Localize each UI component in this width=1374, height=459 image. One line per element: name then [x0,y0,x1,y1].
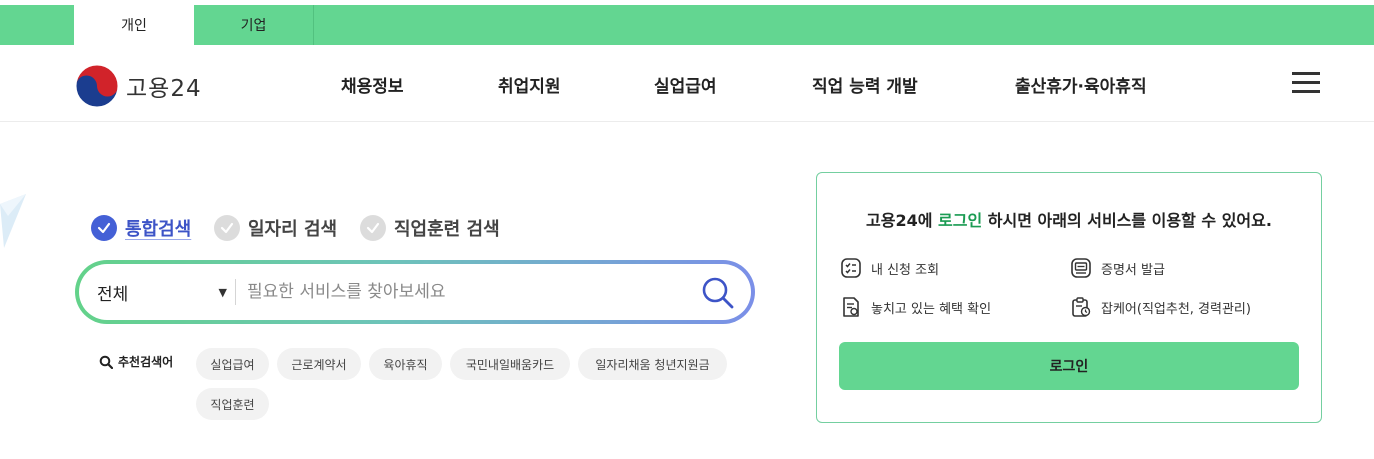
recommended-label-text: 추천검색어 [118,355,174,369]
logo-text: 고용24 [126,76,202,102]
search-tab-integrated[interactable]: 통합검색 [91,215,191,241]
login-button[interactable]: 로그인 [839,342,1299,390]
keyword-chip[interactable]: 국민내일배움카드 [450,348,570,380]
benefit-check-icon [843,297,859,317]
title-prefix: 고용24에 [866,211,939,230]
nav-employment-support[interactable]: 취업지원 [498,72,561,97]
service-certificate[interactable]: 증명서 발급 [1070,257,1165,279]
keyword-chip[interactable]: 근로계약서 [277,348,361,380]
title-accent-login[interactable]: 로그인 [938,211,982,230]
search-tab-training[interactable]: 직업훈련 검색 [360,215,500,241]
search-box-inner: 전체 ▼ [79,264,751,320]
top-tab-bar: 개인 기업 [0,5,1374,45]
hamburger-icon[interactable] [1292,72,1320,94]
search-icon [99,355,113,369]
search-tab-label: 통합검색 [125,219,192,240]
keyword-chip[interactable]: 직업훈련 [196,388,269,420]
search-icon[interactable] [701,276,735,310]
service-my-applications[interactable]: 내 신청 조회 [840,257,939,279]
search-tab-jobs[interactable]: 일자리 검색 [214,215,337,241]
check-circle-icon [214,215,240,241]
certificate-icon [1071,258,1091,278]
service-benefit-check[interactable]: 놓치고 있는 혜택 확인 [840,296,991,318]
service-label: 놓치고 있는 혜택 확인 [871,301,992,317]
nav-job-info[interactable]: 채용정보 [341,72,404,97]
service-label: 증명서 발급 [1101,262,1165,278]
service-label: 잡케어(직업추천, 경력관리) [1101,301,1251,317]
tab-business[interactable]: 기업 [194,5,314,45]
service-label: 내 신청 조회 [871,262,940,278]
nav-unemployment-benefit[interactable]: 실업급여 [654,72,717,97]
search-input[interactable] [247,276,677,308]
paper-plane-icon [0,194,26,248]
service-job-care[interactable]: 잡케어(직업추천, 경력관리) [1070,296,1251,318]
site-logo[interactable]: 고용24 [75,64,202,108]
search-tab-label: 일자리 검색 [248,219,338,240]
title-suffix: 하시면 아래의 서비스를 이용할 수 있어요. [982,211,1272,230]
keyword-chip[interactable]: 실업급여 [196,348,269,380]
search-box: 전체 ▼ [75,260,755,324]
search-scope-value: 전체 [97,284,129,305]
checklist-icon [841,258,861,278]
login-panel-title: 고용24에 로그인 하시면 아래의 서비스를 이용할 수 있어요. [817,207,1321,231]
check-circle-icon [91,215,117,241]
tab-personal[interactable]: 개인 [74,5,194,45]
search-tab-label: 직업훈련 검색 [394,219,500,240]
nav-vocational-development[interactable]: 직업 능력 개발 [812,72,918,97]
search-scope-select[interactable]: 전체 ▼ [97,264,227,320]
keyword-chip[interactable]: 육아휴직 [369,348,442,380]
login-panel: 고용24에 로그인 하시면 아래의 서비스를 이용할 수 있어요. 내 신청 조… [816,172,1322,423]
nav-maternity-leave[interactable]: 출산휴가·육아휴직 [1015,72,1147,97]
keyword-chip[interactable]: 일자리채움 청년지원금 [578,348,727,380]
search-divider [235,279,236,305]
caret-down-icon: ▼ [218,285,227,299]
site-header: 고용24 채용정보 취업지원 실업급여 직업 능력 개발 출산휴가·육아휴직 [0,45,1374,122]
check-circle-icon [360,215,386,241]
job-care-icon [1072,297,1091,317]
taegeuk-logo-icon [75,64,119,108]
recommended-label: 추천검색어 [99,353,173,370]
